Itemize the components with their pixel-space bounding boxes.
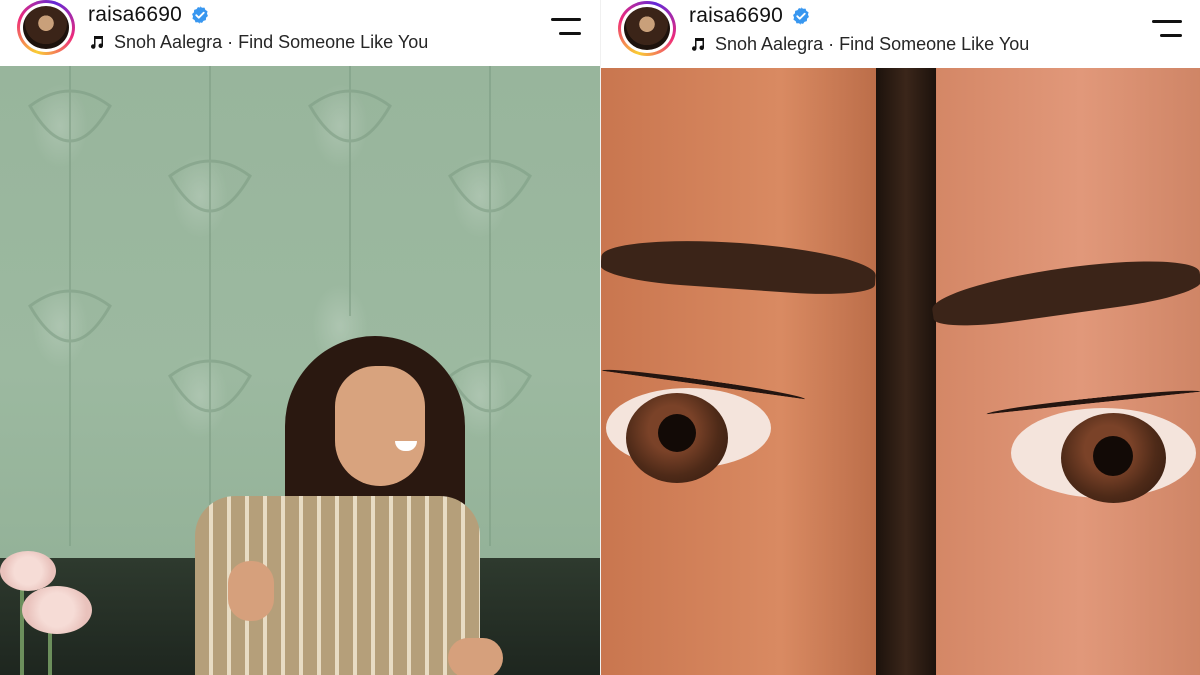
- hand: [448, 638, 503, 675]
- post-header: raisa6690 Snoh Aalegra · Find Someone Li…: [601, 0, 1200, 66]
- post-right: raisa6690 Snoh Aalegra · Find Someone Li…: [600, 0, 1200, 675]
- hand: [228, 561, 274, 621]
- music-note-icon: [692, 38, 705, 51]
- menu-icon[interactable]: [550, 14, 582, 40]
- username[interactable]: raisa6690: [689, 4, 783, 28]
- avatar-image: [624, 7, 670, 50]
- face: [335, 366, 425, 486]
- pink-flower: [22, 586, 92, 634]
- song-label: Snoh Aalegra · Find Someone Like You: [715, 33, 1030, 54]
- post-photo[interactable]: [601, 68, 1200, 675]
- verified-badge-icon: [192, 6, 208, 24]
- instagram-posts-comparison: raisa6690 Snoh Aalegra · Find Someone Li…: [0, 0, 1200, 675]
- pupil: [1093, 436, 1133, 476]
- flower-stem: [20, 576, 24, 675]
- song-row[interactable]: Snoh Aalegra · Find Someone Like You: [88, 30, 428, 54]
- username[interactable]: raisa6690: [88, 3, 182, 27]
- username-row: raisa6690: [88, 2, 210, 28]
- pupil: [658, 414, 696, 452]
- post-header: raisa6690 Snoh Aalegra · Find Someone Li…: [0, 0, 600, 66]
- song-label: Snoh Aalegra · Find Someone Like You: [114, 31, 429, 52]
- avatar[interactable]: [17, 0, 75, 55]
- music-note-icon: [91, 36, 104, 49]
- pink-flower: [0, 551, 56, 591]
- hair-strip: [876, 68, 936, 675]
- post-left: raisa6690 Snoh Aalegra · Find Someone Li…: [0, 0, 600, 675]
- song-row[interactable]: Snoh Aalegra · Find Someone Like You: [689, 32, 1029, 56]
- verified-badge-icon: [793, 7, 809, 25]
- username-row: raisa6690: [689, 3, 811, 29]
- post-photo[interactable]: [0, 66, 600, 675]
- avatar-image: [23, 6, 69, 49]
- menu-icon[interactable]: [1151, 16, 1183, 42]
- avatar[interactable]: [618, 1, 676, 56]
